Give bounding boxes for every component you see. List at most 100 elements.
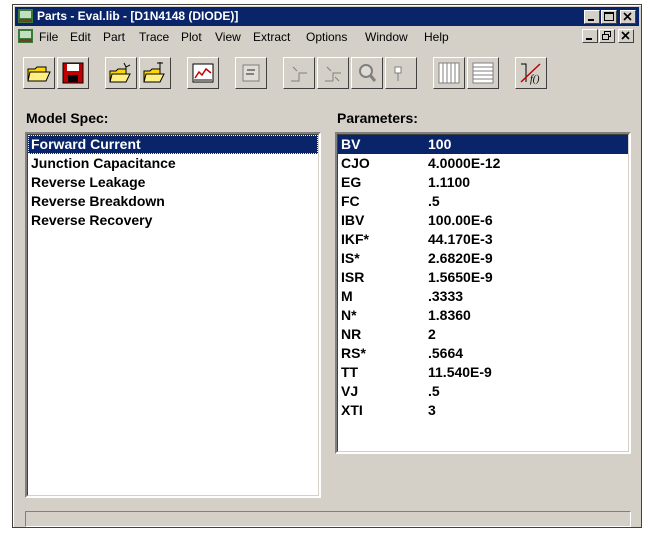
edit-button[interactable] xyxy=(235,57,267,89)
menu-bar: File Edit Part Trace Plot View Extract O… xyxy=(15,27,639,46)
parameters-list[interactable]: BV 100 CJO 4.0000E-12 EG 1.1100 FC .5 IBV 100… xyxy=(335,132,631,454)
close-button[interactable] xyxy=(620,10,636,24)
restore-icon xyxy=(602,31,611,40)
parameter-row[interactable]: VJ .5 xyxy=(338,382,628,401)
menu-trace[interactable]: Trace xyxy=(139,30,169,44)
status-bar xyxy=(25,511,631,527)
parameter-row[interactable]: IS* 2.6820E-9 xyxy=(338,249,628,268)
model-spec-item[interactable]: Forward Current xyxy=(28,135,318,154)
close-icon xyxy=(623,12,632,21)
window-title: Parts - Eval.lib - [D1N4148 (DIODE)] xyxy=(37,9,239,23)
zoom-button[interactable] xyxy=(351,57,383,89)
parameter-row[interactable]: XTI 3 xyxy=(338,401,628,420)
parameter-row[interactable]: NR 2 xyxy=(338,325,628,344)
trace-button[interactable] xyxy=(283,57,315,89)
save-button[interactable] xyxy=(57,57,89,89)
parameter-name: NR xyxy=(341,326,362,342)
parameter-name: IBV xyxy=(341,212,365,228)
columns-button[interactable] xyxy=(433,57,465,89)
new-part-button[interactable] xyxy=(105,57,137,89)
menu-file[interactable]: File xyxy=(39,30,58,44)
model-spec-item-label: Reverse Leakage xyxy=(31,174,146,190)
trace-dim-button[interactable] xyxy=(317,57,349,89)
parameter-name: IKF* xyxy=(341,231,369,247)
application-window: Parts - Eval.lib - [D1N4148 (DIODE)] Fil… xyxy=(12,4,642,528)
menu-plot[interactable]: Plot xyxy=(181,30,202,44)
parameter-value: 3 xyxy=(428,402,436,418)
model-spec-item[interactable]: Junction Capacitance xyxy=(28,154,318,173)
parameter-value: .5664 xyxy=(428,345,464,361)
parameter-value: .5 xyxy=(428,383,440,399)
trace-dim-icon xyxy=(325,66,341,82)
model-spec-item-label: Reverse Breakdown xyxy=(31,193,165,209)
maximize-button[interactable] xyxy=(601,10,617,24)
menu-help[interactable]: Help xyxy=(424,30,449,44)
menu-options[interactable]: Options xyxy=(306,30,347,44)
open-button[interactable] xyxy=(23,57,55,89)
model-spec-item[interactable]: Reverse Breakdown xyxy=(28,192,318,211)
function-button[interactable]: f() xyxy=(515,57,547,89)
parameter-row[interactable]: CJO 4.0000E-12 xyxy=(338,154,628,173)
menu-view[interactable]: View xyxy=(215,30,241,44)
plot-button[interactable] xyxy=(187,57,219,89)
close-icon xyxy=(621,31,630,40)
columns-icon xyxy=(438,62,460,84)
function-icon: f() xyxy=(520,63,541,85)
model-spec-list[interactable]: Forward Current Junction Capacitance Rev… xyxy=(25,132,321,498)
title-bar[interactable]: Parts - Eval.lib - [D1N4148 (DIODE)] xyxy=(15,7,639,26)
cursor-icon xyxy=(394,66,402,81)
parameter-name: FC xyxy=(341,193,360,209)
copy-part-icon xyxy=(143,62,165,83)
parameter-row[interactable]: TT 11.540E-9 xyxy=(338,363,628,382)
parameter-value: 1.5650E-9 xyxy=(428,269,493,285)
parameter-row[interactable]: EG 1.1100 xyxy=(338,173,628,192)
edit-icon xyxy=(242,64,260,82)
copy-part-button[interactable] xyxy=(139,57,171,89)
parameter-name: BV xyxy=(341,136,361,152)
model-spec-item-label: Reverse Recovery xyxy=(31,212,153,228)
zoom-icon xyxy=(359,64,377,82)
mdi-minimize-button[interactable] xyxy=(582,29,598,43)
minimize-icon xyxy=(588,19,594,21)
model-spec-header-label: Model Spec: xyxy=(26,110,109,126)
parameters-header: Parameters: xyxy=(333,109,632,128)
parameter-row[interactable]: IKF* 44.170E-3 xyxy=(338,230,628,249)
parameter-name: EG xyxy=(341,174,362,190)
menu-edit[interactable]: Edit xyxy=(70,30,91,44)
parameter-value: 100.00E-6 xyxy=(428,212,493,228)
parameter-row[interactable]: M .3333 xyxy=(338,287,628,306)
model-spec-list-inner: Forward Current Junction Capacitance Rev… xyxy=(27,134,319,496)
cursor-button[interactable] xyxy=(385,57,417,89)
parameter-value: 1.8360 xyxy=(428,307,471,323)
parameter-row[interactable]: FC .5 xyxy=(338,192,628,211)
parameter-value: 2.6820E-9 xyxy=(428,250,493,266)
parameter-name: ISR xyxy=(341,269,365,285)
svg-text:f(): f() xyxy=(530,74,540,85)
parameter-name: N* xyxy=(341,307,357,323)
parameter-name: TT xyxy=(341,364,359,380)
minimize-button[interactable] xyxy=(584,10,600,24)
mdi-close-button[interactable] xyxy=(618,29,634,43)
model-spec-item[interactable]: Reverse Recovery xyxy=(28,211,318,230)
parameter-row[interactable]: BV 100 xyxy=(338,135,628,154)
menu-part[interactable]: Part xyxy=(103,30,125,44)
document-icon[interactable] xyxy=(18,29,33,43)
new-part-icon xyxy=(109,62,131,83)
model-spec-header: Model Spec: xyxy=(22,109,322,128)
mdi-restore-button[interactable] xyxy=(599,29,615,43)
menu-window[interactable]: Window xyxy=(365,30,408,44)
parameters-header-label: Parameters: xyxy=(337,110,418,126)
parameter-row[interactable]: IBV 100.00E-6 xyxy=(338,211,628,230)
parameter-row[interactable]: RS* .5664 xyxy=(338,344,628,363)
parameter-row[interactable]: N* 1.8360 xyxy=(338,306,628,325)
rows-button[interactable] xyxy=(467,57,499,89)
parameter-name: M xyxy=(341,288,353,304)
model-spec-item-label: Junction Capacitance xyxy=(31,155,176,171)
parameter-row[interactable]: ISR 1.5650E-9 xyxy=(338,268,628,287)
model-spec-item[interactable]: Reverse Leakage xyxy=(28,173,318,192)
parameter-name: IS* xyxy=(341,250,360,266)
menu-extract[interactable]: Extract xyxy=(253,30,290,44)
toolbar: f() xyxy=(15,47,639,97)
parameters-list-inner: BV 100 CJO 4.0000E-12 EG 1.1100 FC .5 IBV 100… xyxy=(337,134,629,452)
open-folder-icon xyxy=(27,66,51,82)
